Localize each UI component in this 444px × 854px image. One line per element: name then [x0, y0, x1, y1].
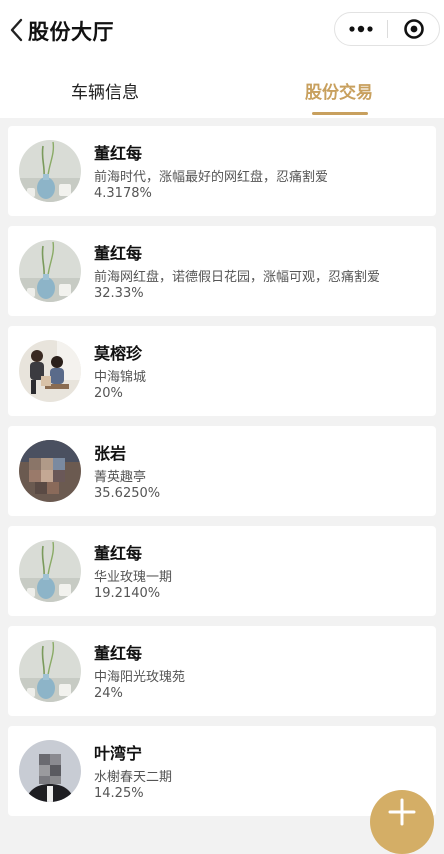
share-percentage: 19.2140% — [94, 586, 161, 601]
seller-name: 董红每 — [94, 544, 143, 563]
tab-bar: 车辆信息 股份交易 — [0, 62, 444, 118]
list-item[interactable]: 董红每中海阳光玫瑰苑 24% — [8, 626, 436, 716]
share-percentage: 24% — [94, 686, 123, 701]
seller-name: 莫榕珍 — [94, 344, 143, 363]
avatar — [19, 440, 81, 502]
active-tab-indicator — [312, 112, 368, 115]
avatar — [19, 240, 81, 302]
seller-name: 董红每 — [94, 644, 143, 663]
avatar — [19, 640, 81, 702]
list-item[interactable]: 张岩菁英趣亭 35.6250% — [8, 426, 436, 516]
listing-description: 前海时代，涨幅最好的网红盘，忍痛割爱 — [94, 170, 329, 185]
seller-name: 张岩 — [94, 444, 127, 463]
top-bar: 股份大厅 — [0, 0, 444, 62]
mini-program-capsule — [334, 12, 440, 46]
listing-description: 前海网红盘，诺德假日花园，涨幅可观，忍痛割爱 — [94, 270, 381, 285]
add-button[interactable] — [370, 790, 434, 854]
share-percentage: 35.6250% — [94, 486, 161, 501]
seller-name: 董红每 — [94, 244, 143, 263]
tab-share-trading[interactable]: 股份交易 — [259, 62, 419, 118]
more-icon[interactable] — [335, 13, 387, 45]
close-icon[interactable] — [388, 13, 439, 45]
plus-icon — [388, 798, 416, 826]
share-percentage: 32.33% — [94, 286, 144, 301]
list-item[interactable]: 董红每前海网红盘，诺德假日花园，涨幅可观，忍痛割爱 32.33% — [8, 226, 436, 316]
share-percentage: 20% — [94, 386, 123, 401]
avatar — [19, 540, 81, 602]
share-percentage: 14.25% — [94, 786, 144, 801]
tab-vehicle-info[interactable]: 车辆信息 — [25, 62, 185, 118]
seller-name: 董红每 — [94, 144, 143, 163]
avatar — [19, 740, 81, 802]
listing-description: 菁英趣亭 — [94, 470, 147, 485]
listing-description: 中海锦城 — [94, 370, 147, 385]
back-icon[interactable] — [6, 14, 26, 46]
list-item[interactable]: 莫榕珍中海锦城 20% — [8, 326, 436, 416]
listing-description: 中海阳光玫瑰苑 — [94, 670, 186, 685]
page-title: 股份大厅 — [28, 20, 114, 44]
list-item[interactable]: 董红每前海时代，涨幅最好的网红盘，忍痛割爱 4.3178% — [8, 126, 436, 216]
avatar — [19, 140, 81, 202]
list-item[interactable]: 董红每华业玫瑰一期 19.2140% — [8, 526, 436, 616]
listing-description: 华业玫瑰一期 — [94, 570, 173, 585]
seller-name: 叶湾宁 — [94, 744, 143, 763]
share-percentage: 4.3178% — [94, 186, 152, 201]
listing-description: 水榭春天二期 — [94, 770, 173, 785]
avatar — [19, 340, 81, 402]
